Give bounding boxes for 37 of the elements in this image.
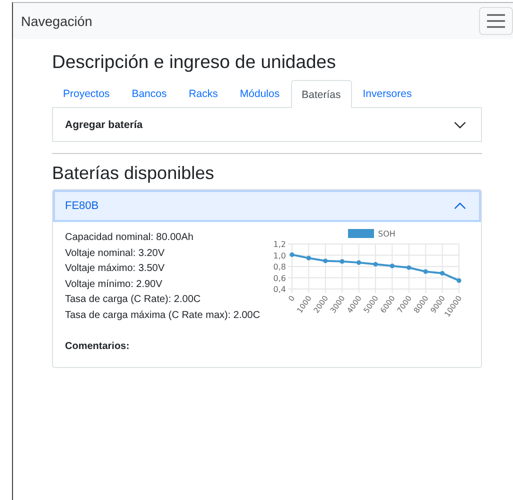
section-title: Baterías disponibles (52, 163, 216, 184)
accordion-header[interactable]: Agregar batería (52, 108, 482, 142)
spec-text: Tasa de carga máxima (C Rate max): 2.00C (65, 308, 262, 322)
data-point (406, 265, 412, 270)
tab[interactable]: Racks (178, 80, 229, 107)
tab[interactable]: Baterías (290, 80, 352, 108)
page-title: Descripción e ingreso de unidades (52, 51, 337, 73)
spec-text: Voltaje máximo: 3.50V (65, 262, 166, 276)
navbar-brand[interactable]: Navegación (21, 14, 92, 28)
data-point (423, 269, 428, 274)
data-point (373, 262, 378, 267)
data-point (440, 270, 445, 276)
spec-text: Tasa de carga (C Rate): 2.00C (65, 293, 202, 307)
data-point (456, 278, 462, 283)
menu-icon (486, 13, 506, 29)
axis-label: 0,4 (273, 285, 286, 294)
data-point (290, 252, 294, 257)
axis-label: 1,2 (273, 240, 286, 249)
spec-text: Voltaje nominal: 3.20V (65, 246, 166, 260)
spec-text: Capacidad nominal: 80.00Ah (65, 231, 194, 245)
data-point (390, 264, 394, 268)
tab[interactable]: Bancos (120, 80, 178, 107)
legend-label: SOH (378, 230, 396, 238)
tab[interactable]: Proyectos (52, 80, 121, 107)
accordion-header[interactable]: FE80B (53, 190, 481, 222)
data-point (356, 260, 362, 265)
axis-label: 1,0 (273, 251, 286, 260)
axis-label: 0,6 (273, 274, 286, 283)
menu-button[interactable] (479, 7, 513, 35)
tab[interactable]: Módulos (228, 80, 291, 107)
data-point (323, 258, 328, 264)
comments-label: Comentarios: (65, 340, 130, 354)
spec-text: Voltaje mínimo: 2.90V (65, 278, 164, 292)
data-point (306, 256, 311, 260)
axis-label: 0,8 (273, 262, 286, 272)
tab[interactable]: Inversores (352, 80, 423, 107)
data-point (340, 259, 344, 264)
